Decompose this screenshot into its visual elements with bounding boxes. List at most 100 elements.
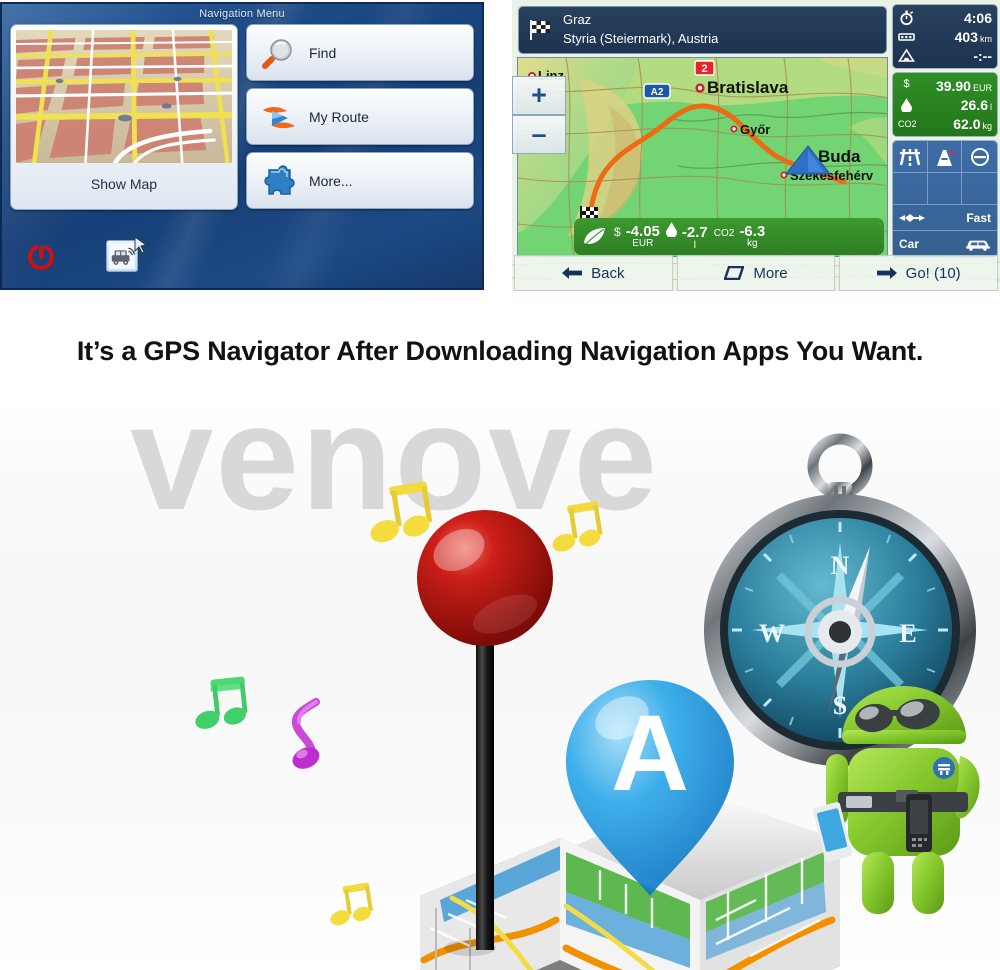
go-label: Go! (10) — [905, 264, 961, 282]
trip-time-value: 4:06 — [963, 9, 992, 26]
stopwatch-icon — [898, 10, 915, 25]
cost-co2-row: CO2 62.0 kg — [898, 114, 992, 133]
eco-co2-item: CO2 -6.3 kg — [713, 222, 766, 250]
co2-label: CO2 — [713, 227, 735, 239]
cursor-arrow-icon — [134, 236, 148, 254]
hero-illustration: venove A N S W E — [0, 400, 1000, 970]
compass-east: E — [899, 619, 916, 648]
route-method-row[interactable]: Fast — [893, 205, 997, 231]
cost-fuel-value: 26.6 — [960, 96, 988, 113]
zoom-in-button[interactable]: + — [512, 76, 566, 115]
route-options-box: s Fast Car — [892, 140, 998, 258]
trip-distance-unit: km — [980, 33, 992, 44]
dollar-icon: $ — [614, 224, 621, 239]
eco-cost-unit: EUR — [632, 238, 654, 250]
highway-shield: A2 — [643, 83, 671, 99]
cost-stats-box: $ 39.90 EUR 26.6 l CO2 62.0 kg — [892, 72, 998, 137]
distance-bar-icon — [898, 29, 915, 44]
route-plan-screen: Szeged Ara — [512, 0, 1000, 291]
power-icon[interactable] — [28, 244, 54, 270]
arrow-right-icon — [876, 266, 897, 280]
go-button[interactable]: Go! (10) — [839, 255, 999, 291]
navigation-menu-screen: Navigation Menu Show Map Find My Route M… — [0, 2, 484, 290]
trip-time-row: 4:06 — [898, 8, 992, 27]
arrow-left-icon — [562, 266, 583, 280]
magnifier-icon — [259, 33, 299, 73]
eco-co2-unit: kg — [746, 238, 758, 250]
fuel-drop-icon — [665, 222, 677, 238]
cost-co2-unit: kg — [982, 120, 992, 131]
route-options-grid: s — [893, 141, 997, 205]
checkered-flag-icon — [529, 19, 554, 41]
marketing-headline: It’s a GPS Navigator After Downloading N… — [76, 336, 924, 366]
svg-text:2: 2 — [701, 63, 707, 75]
destination-header[interactable]: Graz Styria (Steiermark), Austria — [518, 6, 887, 54]
trip-distance-row: 403 km — [898, 27, 992, 46]
trip-arrival-row: -:-- — [898, 46, 992, 65]
cost-co2-value: 62.0 — [953, 115, 981, 132]
cost-fuel-row: 26.6 l — [898, 95, 992, 114]
destination-region: Styria (Steiermark), Austria — [563, 31, 719, 46]
exit-badge: 2 — [694, 60, 715, 76]
pin-letter: A — [611, 692, 689, 813]
svg-text:Bratislava: Bratislava — [707, 78, 789, 97]
music-note-purple-icon — [291, 698, 320, 769]
more-button[interactable]: More — [676, 255, 836, 291]
eco-savings-bar: $ -4.05 EUR -2.7 l CO2 -6.3 kg — [574, 218, 884, 255]
eco-fuel-item: -2.7 l — [665, 222, 708, 251]
compass-north: N — [831, 551, 850, 580]
restricted-icon[interactable] — [962, 141, 997, 173]
eco-cost-value: -4.05 — [625, 222, 660, 240]
eco-fuel-value: -2.7 — [681, 224, 708, 242]
show-map-label: Show Map — [90, 175, 158, 192]
zoom-out-button[interactable]: – — [512, 115, 566, 154]
cost-money-row: $ 39.90 EUR — [898, 76, 992, 95]
co2-label: CO2 — [898, 118, 917, 129]
option-cell-empty-2[interactable] — [927, 173, 963, 205]
svg-text:s: s — [950, 147, 955, 157]
my-route-button[interactable]: My Route — [246, 88, 474, 145]
taskbar — [2, 236, 482, 288]
my-route-label: My Route — [309, 108, 369, 125]
hero-artwork: A N S W E — [195, 433, 980, 970]
show-map-button[interactable]: Show Map — [10, 24, 238, 210]
eco-co2-value: -6.3 — [739, 222, 766, 240]
more-button[interactable]: More... — [246, 152, 474, 209]
route-arrow-icon — [259, 97, 299, 137]
fuel-drop-icon — [898, 97, 915, 112]
compass-west: W — [759, 619, 785, 648]
route-stats-sidebar: 4:06 403 km -:-- $ 39.90 EUR 26.6 l CO2 … — [892, 4, 998, 261]
zoom-controls: + – — [512, 76, 566, 154]
route-bottom-bar: Back More Go! (10) — [512, 255, 1000, 291]
nav-menu-buttons: Find My Route More... — [246, 24, 474, 210]
route-method-label: Fast — [966, 210, 991, 225]
svg-text:A2: A2 — [651, 87, 664, 98]
option-cell-empty-3[interactable] — [962, 173, 997, 205]
toll-road-icon[interactable]: s — [927, 141, 963, 173]
music-note-yellow-icon — [330, 882, 373, 926]
cost-money-unit: EUR — [972, 82, 992, 93]
vehicle-label: Car — [899, 237, 920, 251]
cost-money-value: 39.90 — [935, 77, 971, 94]
puzzle-piece-icon — [259, 161, 299, 201]
mountain-tunnel-icon — [898, 48, 915, 63]
compass-south: S — [833, 691, 847, 720]
trip-stats-box: 4:06 403 km -:-- — [892, 4, 998, 69]
option-cell-empty-1[interactable] — [893, 173, 928, 205]
more-label: More... — [309, 172, 353, 189]
back-button[interactable]: Back — [514, 255, 673, 291]
svg-text:Buda: Buda — [818, 147, 861, 166]
find-button[interactable]: Find — [246, 24, 474, 81]
motorway-icon[interactable] — [893, 141, 928, 173]
3d-map-preview-icon — [16, 30, 232, 163]
route-method-icon — [899, 210, 925, 226]
eco-fuel-unit: l — [693, 239, 696, 251]
vehicle-row[interactable]: Car — [893, 231, 997, 257]
dollar-icon: $ — [903, 78, 910, 90]
destination-city: Graz — [563, 12, 592, 28]
page-title: Navigation Menu — [199, 8, 285, 20]
music-note-green-icon — [195, 676, 248, 729]
svg-text:Győr: Győr — [740, 122, 770, 137]
music-note-yellow-icon — [370, 481, 433, 543]
rhombus-icon — [724, 266, 745, 280]
